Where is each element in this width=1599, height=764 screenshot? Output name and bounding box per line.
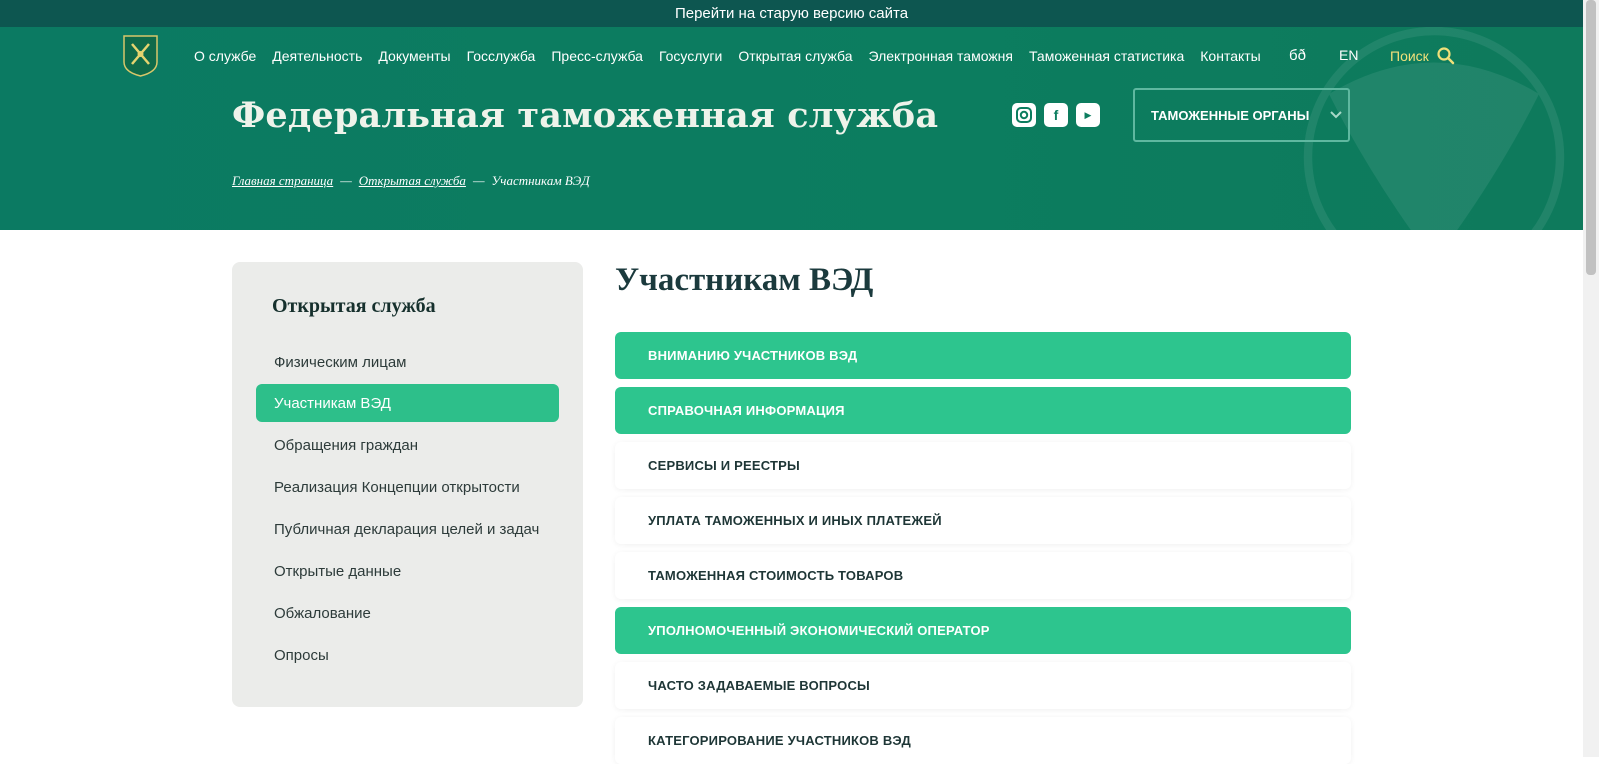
accordion-services-registers[interactable]: СЕРВИСЫ И РЕЕСТРЫ: [615, 442, 1351, 489]
breadcrumb-separator: —: [340, 173, 352, 188]
sidebar-item-openness-concept[interactable]: Реализация Концепции открытости: [256, 468, 559, 506]
accordion-payments[interactable]: УПЛАТА ТАМОЖЕННЫХ И ИНЫХ ПЛАТЕЖЕЙ: [615, 497, 1351, 544]
search-button[interactable]: Поиск: [1390, 47, 1455, 65]
customs-bodies-label: ТАМОЖЕННЫЕ ОРГАНЫ: [1151, 107, 1310, 123]
breadcrumb-current: Участникам ВЭД: [491, 173, 590, 188]
search-icon: [1437, 47, 1455, 65]
sidebar-item-appeals[interactable]: Обжалование: [256, 594, 559, 632]
old-version-link[interactable]: Перейти на старую версию сайта: [675, 5, 908, 22]
nav-e-customs[interactable]: Электронная таможня: [868, 48, 1013, 64]
site-header: О службе Деятельность Документы Госслужб…: [0, 27, 1583, 230]
chevron-down-icon: [1330, 111, 1343, 119]
sidebar-item-surveys[interactable]: Опросы: [256, 636, 559, 674]
search-label: Поиск: [1390, 48, 1429, 64]
nav-activity[interactable]: Деятельность: [272, 48, 362, 64]
sidebar: Открытая служба Физическим лицам Участни…: [232, 262, 583, 707]
scrollbar-thumb[interactable]: [1586, 0, 1596, 275]
breadcrumb-home[interactable]: Главная страница: [232, 173, 333, 189]
main-nav: О службе Деятельность Документы Госслужб…: [194, 48, 1277, 64]
fts-logo-icon[interactable]: [122, 34, 159, 78]
sidebar-item-open-data[interactable]: Открытые данные: [256, 552, 559, 590]
breadcrumb-section[interactable]: Открытая служба: [359, 173, 466, 189]
facebook-icon[interactable]: f: [1044, 103, 1068, 127]
sidebar-title: Открытая служба: [272, 295, 436, 317]
accordion-customs-value[interactable]: ТАМОЖЕННАЯ СТОИМОСТЬ ТОВАРОВ: [615, 552, 1351, 599]
sidebar-item-fea-participants[interactable]: Участникам ВЭД: [256, 384, 559, 422]
nav-open-service[interactable]: Открытая служба: [738, 48, 852, 64]
breadcrumb-separator: —: [472, 173, 485, 188]
accordion-authorized-operator[interactable]: УПОЛНОМОЧЕННЫЙ ЭКОНОМИЧЕСКИЙ ОПЕРАТОР: [615, 607, 1351, 654]
youtube-icon[interactable]: ▶: [1076, 103, 1100, 127]
page-scrollbar[interactable]: [1583, 0, 1599, 757]
nav-press[interactable]: Пресс-служба: [551, 48, 643, 64]
nav-contacts[interactable]: Контакты: [1200, 48, 1260, 64]
nav-public-services[interactable]: Госуслуги: [659, 48, 722, 64]
sidebar-item-citizen-appeals[interactable]: Обращения граждан: [256, 426, 559, 464]
nav-civil-service[interactable]: Госслужба: [467, 48, 536, 64]
nav-statistics[interactable]: Таможенная статистика: [1029, 48, 1184, 64]
sidebar-item-individuals[interactable]: Физическим лицам: [256, 343, 559, 381]
accordion-faq[interactable]: ЧАСТО ЗАДАВАЕМЫЕ ВОПРОСЫ: [615, 662, 1351, 709]
old-version-bar[interactable]: Перейти на старую версию сайта: [0, 0, 1583, 27]
sidebar-item-public-declaration[interactable]: Публичная декларация целей и задач: [256, 510, 559, 548]
breadcrumb: Главная страница — Открытая служба — Уча…: [232, 173, 590, 189]
page-heading: Участникам ВЭД: [615, 262, 874, 298]
customs-bodies-dropdown[interactable]: ТАМОЖЕННЫЕ ОРГАНЫ: [1133, 88, 1350, 142]
accessibility-toggle[interactable]: бð: [1289, 47, 1306, 64]
instagram-icon[interactable]: [1012, 103, 1036, 127]
accordion-fea-notice[interactable]: ВНИМАНИЮ УЧАСТНИКОВ ВЭД: [615, 332, 1351, 379]
accordion-reference-info[interactable]: СПРАВОЧНАЯ ИНФОРМАЦИЯ: [615, 387, 1351, 434]
language-switch[interactable]: EN: [1339, 47, 1358, 63]
site-title: Федеральная таможенная служба: [232, 95, 939, 136]
nav-about[interactable]: О службе: [194, 48, 256, 64]
nav-documents[interactable]: Документы: [378, 48, 450, 64]
social-links: f ▶: [1012, 103, 1100, 127]
